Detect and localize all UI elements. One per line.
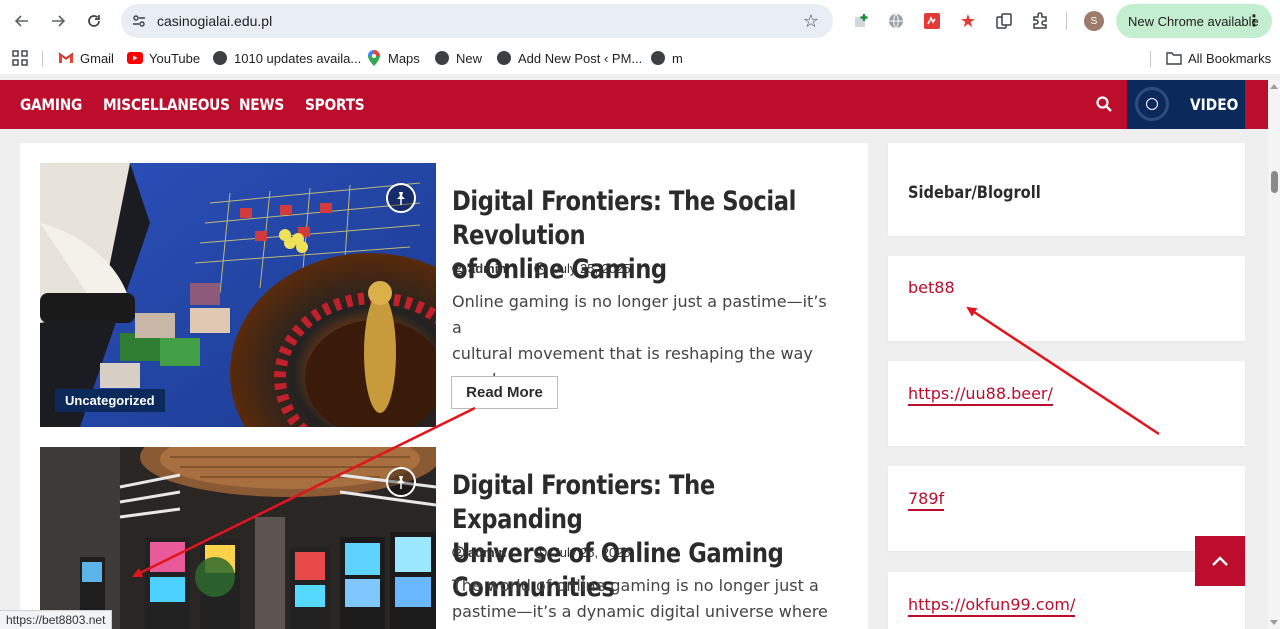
bookmark-m[interactable]: m bbox=[650, 48, 683, 68]
globe-icon bbox=[496, 50, 512, 66]
site-navigation: GAMING MISCELLANEOUS NEWS SPORTS VIDEO bbox=[0, 80, 1268, 129]
bookmark-gmail[interactable]: Gmail bbox=[58, 48, 114, 68]
post-meta: admin July 25, 2025 bbox=[452, 545, 631, 560]
reload-icon bbox=[88, 15, 100, 27]
bookmark-star-icon[interactable]: ☆ bbox=[803, 11, 819, 32]
chevron-up-icon bbox=[1212, 556, 1228, 566]
arrow-left-icon bbox=[14, 15, 28, 27]
sidebar-widget: 789f bbox=[888, 466, 1245, 551]
apps-grid-icon[interactable] bbox=[12, 48, 28, 68]
user-icon bbox=[452, 262, 465, 275]
nav-sports[interactable]: SPORTS bbox=[305, 95, 365, 114]
gmail-icon bbox=[58, 50, 74, 66]
scroll-up-arrow-icon[interactable] bbox=[1270, 84, 1278, 89]
globe-icon bbox=[650, 50, 666, 66]
nav-miscellaneous[interactable]: MISCELLANEOUS bbox=[103, 95, 230, 114]
scroll-thumb[interactable] bbox=[1271, 171, 1278, 193]
extension-green-plus-icon[interactable] bbox=[851, 11, 871, 31]
bookmark-youtube[interactable]: YouTube bbox=[127, 48, 200, 68]
bookmark-new[interactable]: New bbox=[434, 48, 482, 68]
post-date: July 25, 2025 bbox=[553, 261, 631, 276]
post-excerpt: The world of online gaming is no longer … bbox=[452, 576, 828, 621]
post-thumbnail[interactable] bbox=[40, 447, 436, 629]
toolbar-divider bbox=[1066, 12, 1067, 30]
bookmarks-bar: Gmail YouTube 1010 updates availa... Map… bbox=[0, 42, 1280, 74]
pin-icon bbox=[386, 183, 416, 213]
roulette-table-image bbox=[40, 163, 436, 427]
extension-star-icon[interactable]: ★ bbox=[958, 11, 978, 31]
bookmarks-divider bbox=[1150, 51, 1151, 67]
video-button[interactable]: VIDEO bbox=[1127, 80, 1245, 129]
video-label: VIDEO bbox=[1190, 95, 1239, 114]
nav-news[interactable]: NEWS bbox=[239, 95, 284, 114]
category-badge[interactable]: Uncategorized bbox=[55, 389, 165, 412]
clock-icon bbox=[534, 546, 548, 559]
update-label: New Chrome available bbox=[1128, 13, 1259, 29]
casino-slots-image bbox=[40, 447, 436, 629]
video-circle-icon bbox=[1135, 87, 1169, 121]
bookmarks-divider bbox=[42, 51, 43, 67]
sidebar-link[interactable]: 789f bbox=[908, 489, 945, 511]
all-bookmarks-button[interactable]: All Bookmarks bbox=[1166, 48, 1271, 68]
site-settings-icon[interactable] bbox=[129, 11, 149, 31]
pin-icon bbox=[386, 467, 416, 497]
author-link[interactable]: admin bbox=[468, 545, 506, 560]
post-thumbnail[interactable]: Uncategorized bbox=[40, 163, 436, 427]
sidebar-link[interactable]: https://okfun99.com/ bbox=[908, 595, 1076, 617]
chrome-update-button[interactable]: New Chrome available ⋮ bbox=[1116, 4, 1272, 38]
bookmark-maps[interactable]: Maps bbox=[366, 48, 420, 68]
page-scrollbar[interactable] bbox=[1268, 80, 1280, 629]
folder-icon bbox=[1166, 50, 1182, 66]
sidebar-widget: https://uu88.beer/ bbox=[888, 361, 1245, 446]
bookmark-updates[interactable]: 1010 updates availa... bbox=[212, 48, 361, 68]
address-bar[interactable]: casinogialai.edu.pl ☆ bbox=[121, 4, 833, 38]
forward-button[interactable] bbox=[44, 7, 72, 35]
reload-button[interactable] bbox=[80, 7, 108, 35]
bookmark-add-new-post[interactable]: Add New Post ‹ PM... bbox=[496, 48, 642, 68]
status-bar-url: https://bet8803.net bbox=[0, 610, 113, 629]
sidebar-widget: bet88 bbox=[888, 256, 1245, 341]
clock-icon bbox=[534, 262, 548, 275]
globe-icon bbox=[212, 50, 228, 66]
back-to-top-button[interactable] bbox=[1195, 536, 1245, 586]
more-menu-icon[interactable]: ⋮ bbox=[1246, 11, 1262, 31]
sidebar-title: Sidebar/Blogroll bbox=[908, 183, 1041, 203]
sidebar-link[interactable]: bet88 bbox=[908, 278, 955, 297]
post-meta: admin July 25, 2025 bbox=[452, 261, 631, 276]
post-date: July 25, 2025 bbox=[553, 545, 631, 560]
url-text[interactable]: casinogialai.edu.pl bbox=[157, 13, 272, 29]
globe-icon bbox=[434, 50, 450, 66]
user-icon bbox=[452, 546, 465, 559]
author-link[interactable]: admin bbox=[468, 261, 506, 276]
extension-globe-icon[interactable] bbox=[886, 11, 906, 31]
maps-icon bbox=[366, 50, 382, 66]
read-more-button[interactable]: Read More bbox=[451, 376, 558, 409]
search-icon[interactable] bbox=[1096, 96, 1112, 112]
extension-copy-icon[interactable] bbox=[994, 11, 1014, 31]
browser-toolbar: casinogialai.edu.pl ☆ ★ S New Chrome ava… bbox=[0, 0, 1280, 42]
arrow-right-icon bbox=[52, 15, 66, 27]
sidebar-widget: Sidebar/Blogroll bbox=[888, 143, 1245, 236]
back-button[interactable] bbox=[8, 7, 36, 35]
youtube-icon bbox=[127, 50, 143, 66]
profile-avatar[interactable]: S bbox=[1084, 11, 1104, 31]
extension-red-icon[interactable] bbox=[922, 11, 942, 31]
sidebar-widget: https://okfun99.com/ bbox=[888, 572, 1245, 629]
sidebar-link[interactable]: https://uu88.beer/ bbox=[908, 384, 1053, 406]
nav-gaming[interactable]: GAMING bbox=[20, 95, 82, 114]
extensions-puzzle-icon[interactable] bbox=[1030, 11, 1050, 31]
scroll-down-arrow-icon[interactable] bbox=[1270, 620, 1278, 625]
